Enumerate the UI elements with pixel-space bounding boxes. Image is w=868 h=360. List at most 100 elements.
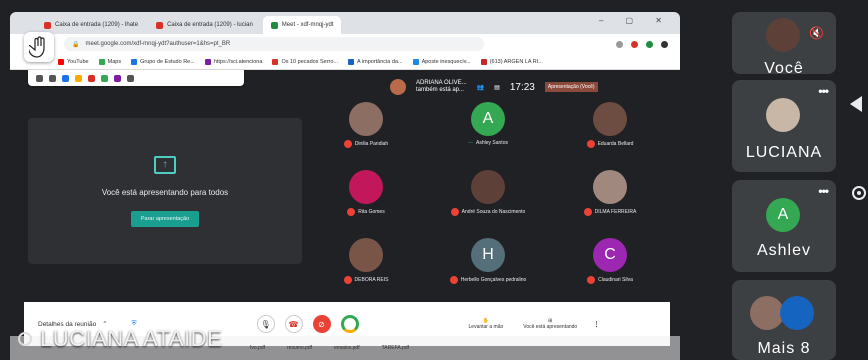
avatar (766, 18, 800, 52)
browser-tab[interactable]: Caixa de entrada (1209) - lhate (36, 16, 146, 34)
avatar: A (471, 102, 505, 136)
more-participants-tile[interactable]: Mais 8 (732, 280, 836, 360)
people-icon[interactable]: 👥 (477, 84, 484, 91)
avatar (349, 170, 383, 204)
bookmark[interactable]: Grupo de Estudo Re... (131, 58, 195, 65)
speaking-icon: — (468, 140, 474, 146)
participant-tile[interactable]: ••• LUCIANA (732, 80, 836, 172)
mic-off-icon (449, 276, 458, 284)
avatar (593, 102, 627, 136)
extension-icon[interactable] (101, 74, 108, 82)
screenshot: Caixa de entrada (1209) - lhate Caixa de… (0, 0, 868, 360)
participant-tile: Dinilia Pandiah (306, 98, 426, 162)
mic-off-icon (347, 208, 356, 216)
bookmark[interactable]: Os 10 pecados Serro... (272, 58, 338, 65)
lock-icon: 🔒 (72, 41, 80, 48)
bookmark[interactable]: https://sci.atenciona (204, 58, 262, 65)
participant-tile: DEBORA REIS (306, 234, 426, 298)
bookmark[interactable]: (613) ARGEN LA RI... (480, 58, 543, 65)
mic-off-icon: 🔇 (809, 26, 824, 40)
avatar (766, 98, 800, 132)
participants-side-panel: 🔇 Você ••• LUCIANA ••• A Ashlev Mais 8 (732, 0, 836, 360)
more-options-icon[interactable]: ••• (818, 85, 829, 97)
extension-icon[interactable] (36, 74, 43, 82)
browser-tab[interactable]: Caixa de entrada (1209) - lucian (148, 16, 261, 34)
bookmark-icon (480, 58, 487, 65)
avatar (349, 238, 383, 272)
extension-toolbar (28, 70, 244, 86)
bookmark-icon (204, 58, 211, 65)
present-now-button[interactable]: ⊞ Você está apresentando (523, 318, 577, 330)
raise-hand-button[interactable]: ✋ Levantar a mão (469, 318, 504, 330)
participant-tile: Rita Gomes (306, 166, 426, 230)
browser-tabs: Caixa de entrada (1209) - lhate Caixa de… (10, 12, 680, 34)
star-icon[interactable] (616, 40, 623, 48)
profile-icon[interactable] (661, 40, 668, 48)
mic-off-icon (450, 208, 459, 216)
mic-off-icon (343, 276, 352, 284)
extension-icon[interactable] (75, 74, 82, 82)
mic-off-icon (343, 140, 352, 148)
speaker-name-overlay: LUCIANA ATAIDE (40, 326, 223, 351)
download-item[interactable]: TAREFA.pdf (382, 345, 409, 351)
meet-top-bar: ADRIANA OLIVE... também está ap... 👥 ▤ 1… (390, 76, 672, 98)
mic-off-icon (587, 276, 596, 284)
window-controls[interactable]: – ▢ ✕ (599, 16, 672, 25)
mic-off-icon (583, 208, 592, 216)
bookmark-icon (348, 58, 354, 65)
presenting-card: ↑ Você está apresentando para todos Para… (28, 118, 302, 264)
participant-tile: A — Ashley Santos (428, 98, 548, 162)
mic-button[interactable]: 🎙 (256, 315, 275, 333)
presentation-badge[interactable]: Apresentação (Você) (544, 82, 598, 92)
mic-off-icon (586, 140, 595, 148)
presenting-message: Você está apresentando para todos (101, 187, 229, 197)
present-screen-icon: ↑ (154, 155, 176, 174)
participant-tile: André Souza do Nascimento (428, 166, 548, 230)
browser-tab-active[interactable]: Meet - xdf-mnqj-ydt (262, 16, 342, 34)
bookmark[interactable]: A importância da... (348, 58, 403, 65)
bookmark-icon (412, 58, 419, 65)
bookmark[interactable]: YouTube (58, 58, 89, 65)
collapse-panel-icon[interactable] (850, 96, 862, 112)
clock: 17:23 (509, 81, 535, 93)
avatar: A (766, 198, 800, 232)
bookmark[interactable]: Aposte inesquecív... (412, 58, 471, 65)
address-bar: 🔒 meet.google.com/xdf-mnqj-ydt?authuser=… (10, 34, 680, 54)
more-options-icon[interactable]: ••• (818, 185, 829, 197)
gmail-icon (156, 21, 164, 29)
extension-icon[interactable] (62, 74, 69, 82)
url-field[interactable]: 🔒 meet.google.com/xdf-mnqj-ydt?authuser=… (64, 37, 484, 51)
participant-tile[interactable]: ••• A Ashlev (732, 180, 836, 272)
bookmark-icon (131, 58, 138, 65)
participant-tile-self[interactable]: 🔇 Você (732, 12, 836, 74)
participant-tile: C Claudinari Silva (550, 234, 670, 298)
extension-icon[interactable] (49, 74, 56, 82)
end-call-button[interactable]: ☎ (284, 315, 303, 333)
extension-icon[interactable] (631, 40, 638, 48)
participant-tile: DILMA FERREIRA (550, 166, 670, 230)
avatar (750, 296, 784, 330)
hand-cursor-icon[interactable] (24, 32, 54, 62)
download-item[interactable]: resumo.pdf (287, 345, 312, 351)
gmail-icon (44, 21, 51, 29)
download-item[interactable]: ensaios.pdf (334, 345, 360, 351)
bookmark[interactable]: Maps (98, 58, 121, 65)
avatar (471, 170, 505, 204)
download-item[interactable]: Ivo.pdf (250, 345, 265, 351)
extension-icon[interactable] (127, 74, 134, 82)
participants-grid: Dinilia Pandiah A — Ashley Santos Eduarda… (306, 98, 670, 298)
extension-icon[interactable] (114, 74, 121, 82)
meet-view: ADRIANA OLIVE... também está ap... 👥 ▤ 1… (10, 70, 680, 360)
extension-icon[interactable] (646, 40, 653, 48)
more-options-icon[interactable]: ⋮ (593, 320, 600, 328)
bookmark-icon (272, 58, 279, 65)
radio-icon[interactable] (852, 186, 866, 200)
extension-icon[interactable] (88, 74, 95, 82)
avatar (780, 296, 814, 330)
participant-tile: H Herbello Gonçalves pedralino (428, 234, 548, 298)
meet-icon (270, 21, 278, 29)
stop-presenting-button[interactable]: Parar apresentação (130, 210, 200, 227)
camera-off-button[interactable]: ⊘ (312, 315, 331, 333)
maps-icon (98, 58, 105, 65)
chat-icon[interactable]: ▤ (494, 84, 500, 91)
